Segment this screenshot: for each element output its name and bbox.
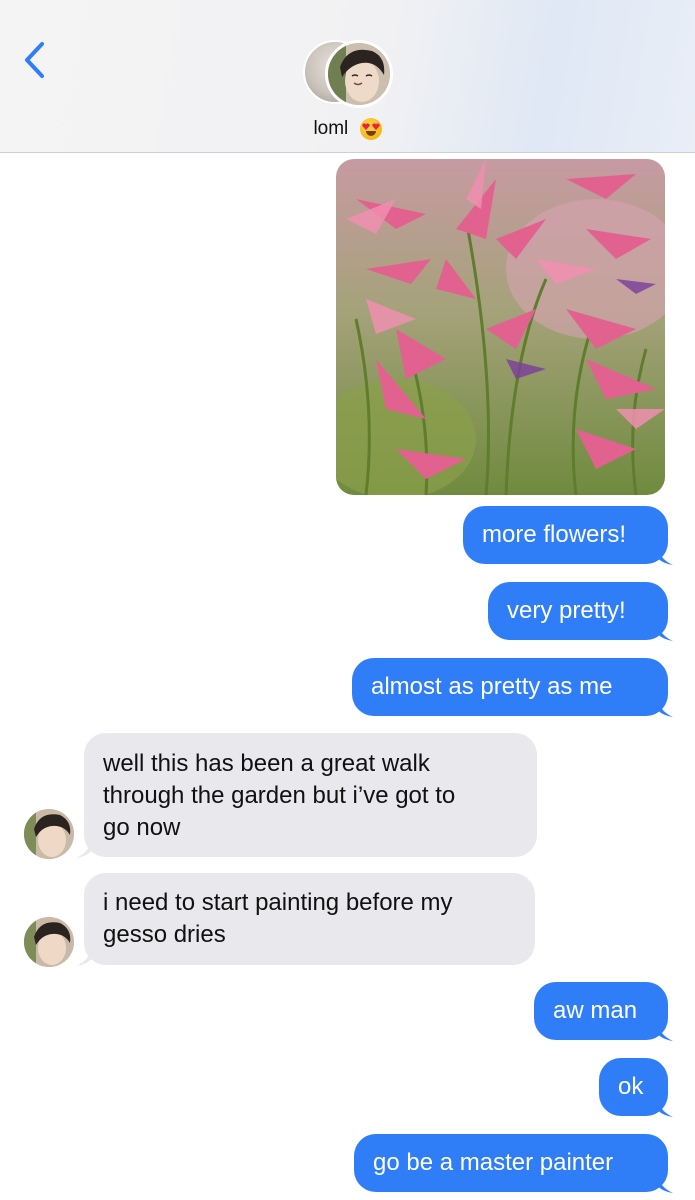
contact-avatar[interactable]	[303, 40, 393, 110]
avatar-primary	[325, 40, 393, 108]
sender-avatar[interactable]	[24, 809, 74, 859]
photo-message[interactable]	[336, 159, 665, 495]
outgoing-message[interactable]: aw man	[534, 982, 668, 1040]
message-text: very pretty!	[507, 597, 626, 624]
outgoing-message[interactable]: very pretty!	[488, 582, 668, 640]
contact-name-row[interactable]: loml	[0, 118, 695, 146]
back-button[interactable]	[18, 38, 52, 82]
bubble-tail	[657, 545, 673, 565]
message-line: gesso dries	[103, 921, 226, 948]
bubble-tail	[657, 1097, 673, 1117]
incoming-message[interactable]: well this has been a great walk through …	[84, 733, 537, 857]
outgoing-message[interactable]: almost as pretty as me	[352, 658, 668, 716]
message-text: ok	[618, 1073, 644, 1100]
message-line: through the garden but i’ve got to	[103, 782, 456, 809]
outgoing-message[interactable]: go be a master painter	[354, 1134, 668, 1192]
message-text: go be a master painter	[373, 1149, 614, 1176]
bubble-tail	[657, 621, 673, 641]
chevron-left-icon	[25, 42, 44, 78]
bubble-tail	[657, 697, 673, 717]
bubble-tail	[76, 838, 92, 858]
conversation-header: loml	[0, 0, 695, 153]
bubble-tail	[657, 1021, 673, 1041]
message-line: well this has been a great walk	[103, 750, 430, 777]
message-line: go now	[103, 814, 181, 841]
message-text: aw man	[553, 997, 638, 1024]
sender-avatar[interactable]	[24, 917, 74, 967]
message-text: more flowers!	[482, 521, 627, 548]
bubble-tail	[657, 1173, 673, 1193]
incoming-message[interactable]: i need to start painting before my gesso…	[84, 873, 535, 965]
outgoing-message[interactable]: more flowers!	[463, 506, 668, 564]
heart-eyes-emoji-icon	[359, 118, 382, 140]
bubble-tail	[76, 946, 92, 966]
message-line: i need to start painting before my	[103, 889, 453, 916]
flowers-image	[336, 159, 665, 495]
message-text: almost as pretty as me	[371, 673, 613, 700]
contact-name: loml	[313, 118, 349, 139]
